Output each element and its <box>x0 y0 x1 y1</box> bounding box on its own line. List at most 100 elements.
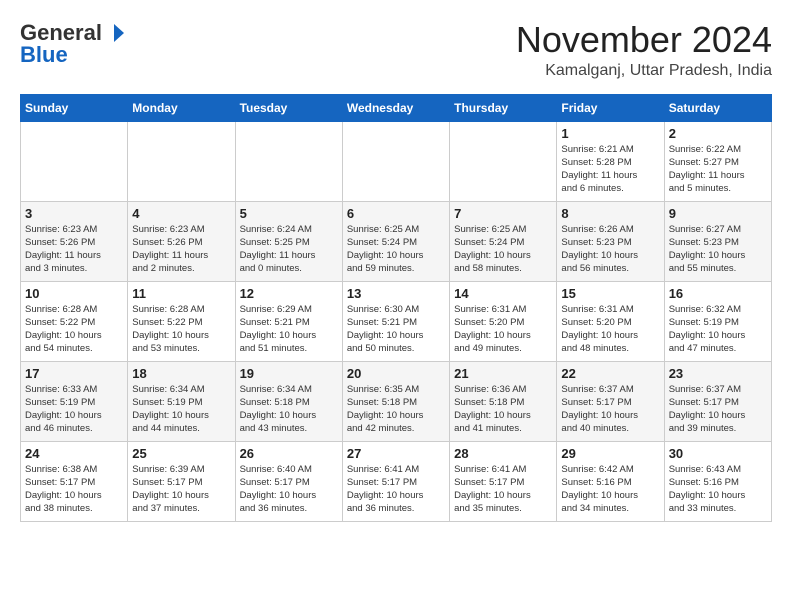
day-number: 24 <box>25 446 123 461</box>
calendar-day-cell: 14 Sunrise: 6:31 AM Sunset: 5:20 PM Dayli… <box>450 281 557 361</box>
day-number: 28 <box>454 446 552 461</box>
day-number: 7 <box>454 206 552 221</box>
day-info: Sunrise: 6:36 AM Sunset: 5:18 PM Dayligh… <box>454 383 552 436</box>
day-info: Sunrise: 6:42 AM Sunset: 5:16 PM Dayligh… <box>561 463 659 516</box>
page: General Blue November 2024 Kamalganj, Ut… <box>0 0 792 532</box>
calendar-day-cell: 22 Sunrise: 6:37 AM Sunset: 5:17 PM Dayli… <box>557 361 664 441</box>
day-number: 30 <box>669 446 767 461</box>
day-number: 29 <box>561 446 659 461</box>
header: General Blue November 2024 Kamalganj, Ut… <box>20 20 772 80</box>
location: Kamalganj, Uttar Pradesh, India <box>516 62 772 80</box>
day-info: Sunrise: 6:34 AM Sunset: 5:18 PM Dayligh… <box>240 383 338 436</box>
day-number: 4 <box>132 206 230 221</box>
day-number: 21 <box>454 366 552 381</box>
calendar-day-cell: 26 Sunrise: 6:40 AM Sunset: 5:17 PM Dayli… <box>235 441 342 521</box>
weekday-header: Tuesday <box>235 94 342 121</box>
weekday-header: Thursday <box>450 94 557 121</box>
calendar-day-cell: 12 Sunrise: 6:29 AM Sunset: 5:21 PM Dayli… <box>235 281 342 361</box>
calendar-day-cell: 13Sunrise: 6:30 AM Sunset: 5:21 PM Dayli… <box>342 281 449 361</box>
calendar-table: SundayMondayTuesdayWednesdayThursdayFrid… <box>20 94 772 522</box>
day-info: Sunrise: 6:24 AM Sunset: 5:25 PM Dayligh… <box>240 223 338 276</box>
day-number: 27 <box>347 446 445 461</box>
calendar-day-cell: 23 Sunrise: 6:37 AM Sunset: 5:17 PM Dayli… <box>664 361 771 441</box>
logo-icon <box>103 22 125 44</box>
month-title: November 2024 <box>516 20 772 60</box>
calendar-day-cell: 8 Sunrise: 6:26 AM Sunset: 5:23 PM Daylig… <box>557 201 664 281</box>
day-number: 1 <box>561 126 659 141</box>
calendar-day-cell: 5 Sunrise: 6:24 AM Sunset: 5:25 PM Daylig… <box>235 201 342 281</box>
day-number: 15 <box>561 286 659 301</box>
calendar-day-cell: 21 Sunrise: 6:36 AM Sunset: 5:18 PM Dayli… <box>450 361 557 441</box>
calendar-day-cell: 9Sunrise: 6:27 AM Sunset: 5:23 PM Daylig… <box>664 201 771 281</box>
calendar-day-cell: 20Sunrise: 6:35 AM Sunset: 5:18 PM Dayli… <box>342 361 449 441</box>
day-info: Sunrise: 6:29 AM Sunset: 5:21 PM Dayligh… <box>240 303 338 356</box>
day-info: Sunrise: 6:31 AM Sunset: 5:20 PM Dayligh… <box>454 303 552 356</box>
day-info: Sunrise: 6:23 AM Sunset: 5:26 PM Dayligh… <box>132 223 230 276</box>
day-info: Sunrise: 6:40 AM Sunset: 5:17 PM Dayligh… <box>240 463 338 516</box>
day-number: 20 <box>347 366 445 381</box>
weekday-header: Monday <box>128 94 235 121</box>
calendar-week-row: 24 Sunrise: 6:38 AM Sunset: 5:17 PM Dayli… <box>21 441 772 521</box>
day-number: 11 <box>132 286 230 301</box>
day-number: 17 <box>25 366 123 381</box>
calendar-day-cell: 7Sunrise: 6:25 AM Sunset: 5:24 PM Daylig… <box>450 201 557 281</box>
calendar-header-row: SundayMondayTuesdayWednesdayThursdayFrid… <box>21 94 772 121</box>
calendar-week-row: 10Sunrise: 6:28 AM Sunset: 5:22 PM Dayli… <box>21 281 772 361</box>
day-info: Sunrise: 6:26 AM Sunset: 5:23 PM Dayligh… <box>561 223 659 276</box>
day-number: 25 <box>132 446 230 461</box>
day-number: 19 <box>240 366 338 381</box>
calendar-day-cell <box>450 121 557 201</box>
calendar-week-row: 3 Sunrise: 6:23 AM Sunset: 5:26 PM Daylig… <box>21 201 772 281</box>
day-info: Sunrise: 6:25 AM Sunset: 5:24 PM Dayligh… <box>347 223 445 276</box>
day-info: Sunrise: 6:31 AM Sunset: 5:20 PM Dayligh… <box>561 303 659 356</box>
day-number: 14 <box>454 286 552 301</box>
weekday-header: Friday <box>557 94 664 121</box>
day-info: Sunrise: 6:38 AM Sunset: 5:17 PM Dayligh… <box>25 463 123 516</box>
day-number: 6 <box>347 206 445 221</box>
calendar-day-cell: 4 Sunrise: 6:23 AM Sunset: 5:26 PM Daylig… <box>128 201 235 281</box>
logo-blue: Blue <box>20 42 68 68</box>
calendar-day-cell: 30Sunrise: 6:43 AM Sunset: 5:16 PM Dayli… <box>664 441 771 521</box>
day-number: 2 <box>669 126 767 141</box>
calendar-week-row: 1 Sunrise: 6:21 AM Sunset: 5:28 PM Daylig… <box>21 121 772 201</box>
day-info: Sunrise: 6:41 AM Sunset: 5:17 PM Dayligh… <box>347 463 445 516</box>
day-info: Sunrise: 6:37 AM Sunset: 5:17 PM Dayligh… <box>561 383 659 436</box>
day-info: Sunrise: 6:22 AM Sunset: 5:27 PM Dayligh… <box>669 143 767 196</box>
calendar-day-cell: 24 Sunrise: 6:38 AM Sunset: 5:17 PM Dayli… <box>21 441 128 521</box>
day-info: Sunrise: 6:39 AM Sunset: 5:17 PM Dayligh… <box>132 463 230 516</box>
calendar-day-cell <box>342 121 449 201</box>
calendar-day-cell <box>21 121 128 201</box>
weekday-header: Saturday <box>664 94 771 121</box>
day-number: 22 <box>561 366 659 381</box>
calendar-day-cell: 17 Sunrise: 6:33 AM Sunset: 5:19 PM Dayli… <box>21 361 128 441</box>
calendar-day-cell: 1 Sunrise: 6:21 AM Sunset: 5:28 PM Daylig… <box>557 121 664 201</box>
calendar-week-row: 17 Sunrise: 6:33 AM Sunset: 5:19 PM Dayli… <box>21 361 772 441</box>
day-number: 12 <box>240 286 338 301</box>
day-number: 10 <box>25 286 123 301</box>
calendar-day-cell <box>235 121 342 201</box>
calendar-day-cell: 3 Sunrise: 6:23 AM Sunset: 5:26 PM Daylig… <box>21 201 128 281</box>
day-info: Sunrise: 6:34 AM Sunset: 5:19 PM Dayligh… <box>132 383 230 436</box>
calendar-day-cell: 15 Sunrise: 6:31 AM Sunset: 5:20 PM Dayli… <box>557 281 664 361</box>
calendar-day-cell: 28Sunrise: 6:41 AM Sunset: 5:17 PM Dayli… <box>450 441 557 521</box>
day-number: 16 <box>669 286 767 301</box>
calendar-day-cell: 6 Sunrise: 6:25 AM Sunset: 5:24 PM Daylig… <box>342 201 449 281</box>
calendar-day-cell: 18 Sunrise: 6:34 AM Sunset: 5:19 PM Dayli… <box>128 361 235 441</box>
day-info: Sunrise: 6:33 AM Sunset: 5:19 PM Dayligh… <box>25 383 123 436</box>
calendar-day-cell: 29 Sunrise: 6:42 AM Sunset: 5:16 PM Dayli… <box>557 441 664 521</box>
day-info: Sunrise: 6:32 AM Sunset: 5:19 PM Dayligh… <box>669 303 767 356</box>
calendar-day-cell: 2 Sunrise: 6:22 AM Sunset: 5:27 PM Daylig… <box>664 121 771 201</box>
day-info: Sunrise: 6:37 AM Sunset: 5:17 PM Dayligh… <box>669 383 767 436</box>
day-number: 23 <box>669 366 767 381</box>
day-info: Sunrise: 6:23 AM Sunset: 5:26 PM Dayligh… <box>25 223 123 276</box>
day-number: 18 <box>132 366 230 381</box>
calendar-day-cell: 16 Sunrise: 6:32 AM Sunset: 5:19 PM Dayli… <box>664 281 771 361</box>
day-number: 8 <box>561 206 659 221</box>
logo-area: General Blue <box>20 20 126 68</box>
day-number: 26 <box>240 446 338 461</box>
day-number: 9 <box>669 206 767 221</box>
day-info: Sunrise: 6:21 AM Sunset: 5:28 PM Dayligh… <box>561 143 659 196</box>
calendar-day-cell: 25 Sunrise: 6:39 AM Sunset: 5:17 PM Dayli… <box>128 441 235 521</box>
day-number: 3 <box>25 206 123 221</box>
day-number: 5 <box>240 206 338 221</box>
